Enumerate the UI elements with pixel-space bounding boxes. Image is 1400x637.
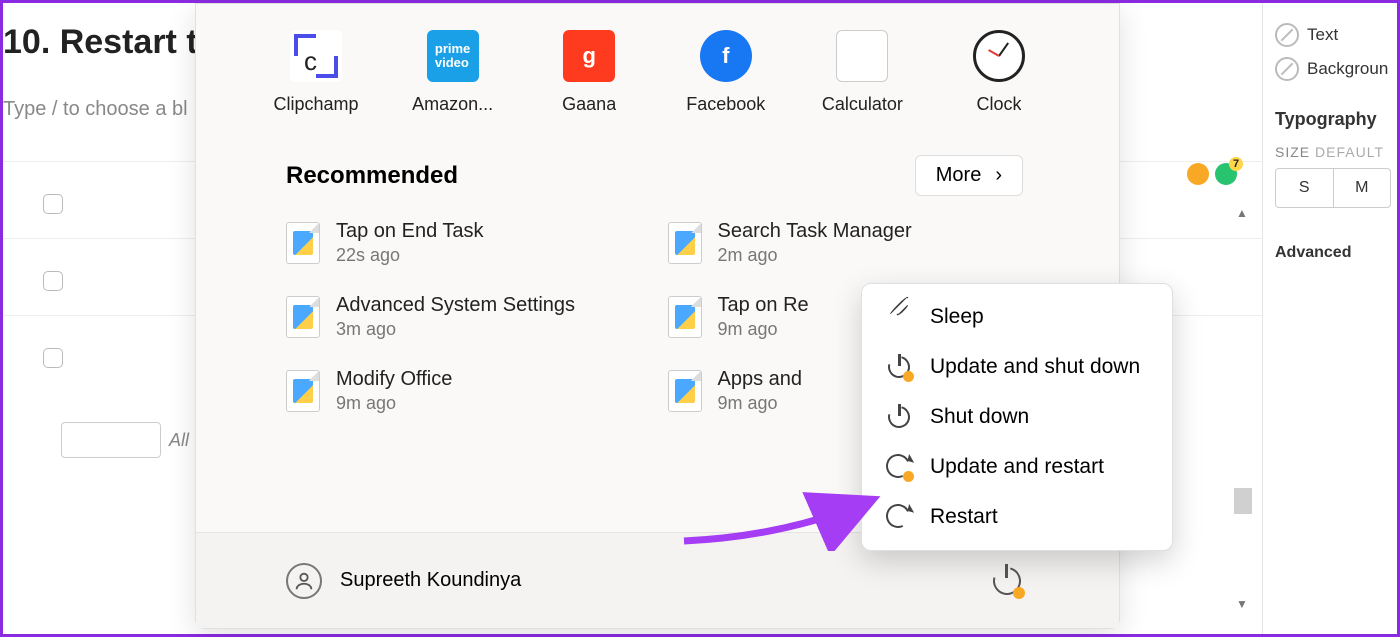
rec-sub: 3m ago xyxy=(336,319,575,340)
more-button[interactable]: More › xyxy=(915,155,1023,196)
rec-title: Tap on Re xyxy=(718,294,809,317)
more-label: More xyxy=(936,164,982,187)
clock-icon xyxy=(973,30,1025,82)
rec-sub: 2m ago xyxy=(718,245,912,266)
tray-badges xyxy=(1187,163,1237,185)
pinned-label: Calculator xyxy=(822,94,903,115)
pinned-calculator[interactable]: Calculator xyxy=(802,30,922,115)
right-settings-panel: Text Backgroun Typography SIZE DEFAULT S… xyxy=(1262,3,1397,634)
size-label: SIZE DEFAULT xyxy=(1275,144,1391,160)
disabled-icon xyxy=(1275,57,1299,81)
power-update-restart[interactable]: Update and restart xyxy=(862,442,1172,492)
pinned-label: Clock xyxy=(976,94,1021,115)
user-name-label: Supreeth Koundinya xyxy=(340,569,521,592)
size-button-group: S M xyxy=(1275,168,1391,208)
rec-sub: 22s ago xyxy=(336,245,484,266)
text-color-option[interactable]: Text xyxy=(1275,23,1391,47)
image-file-icon xyxy=(286,222,320,264)
rec-sub: 9m ago xyxy=(718,393,803,414)
rec-item[interactable]: Modify Office9m ago xyxy=(286,368,648,414)
all-label: All xyxy=(169,430,189,451)
scroll-down-button[interactable]: ▼ xyxy=(1232,594,1252,614)
pinned-gaana[interactable]: g Gaana xyxy=(529,30,649,115)
size-m-button[interactable]: M xyxy=(1333,169,1391,207)
typography-heading: Typography xyxy=(1275,109,1391,130)
disabled-icon xyxy=(1275,23,1299,47)
gaana-icon: g xyxy=(563,30,615,82)
badge-orange-icon xyxy=(1187,163,1209,185)
rec-title: Modify Office xyxy=(336,368,452,391)
power-menu-popup: Sleep Update and shut down Shut down Upd… xyxy=(861,283,1173,551)
checkbox-2[interactable] xyxy=(43,271,63,291)
pinned-clipchamp[interactable]: c Clipchamp xyxy=(256,30,376,115)
rec-sub: 9m ago xyxy=(336,393,452,414)
image-file-icon xyxy=(286,370,320,412)
pinned-label: Amazon... xyxy=(412,94,493,115)
advanced-heading: Advanced xyxy=(1275,244,1391,262)
image-file-icon xyxy=(668,370,702,412)
checkbox-1[interactable] xyxy=(43,194,63,214)
power-shutdown[interactable]: Shut down xyxy=(862,392,1172,442)
sleep-icon xyxy=(886,304,912,330)
update-available-dot-icon xyxy=(1013,587,1025,599)
power-icon xyxy=(886,354,912,380)
pinned-clock[interactable]: Clock xyxy=(939,30,1059,115)
power-restart[interactable]: Restart xyxy=(862,492,1172,542)
avatar-icon xyxy=(286,563,322,599)
calculator-icon xyxy=(836,30,888,82)
bg-color-label: Backgroun xyxy=(1307,59,1388,79)
recommended-title: Recommended xyxy=(286,162,458,190)
pm-label: Shut down xyxy=(930,405,1029,429)
bg-color-option[interactable]: Backgroun xyxy=(1275,57,1391,81)
image-file-icon xyxy=(286,296,320,338)
power-update-shutdown[interactable]: Update and shut down xyxy=(862,342,1172,392)
pinned-facebook[interactable]: f Facebook xyxy=(666,30,786,115)
chevron-right-icon: › xyxy=(995,164,1002,187)
restart-icon xyxy=(886,504,912,530)
power-icon xyxy=(886,404,912,430)
power-button[interactable] xyxy=(991,565,1023,597)
rec-title: Advanced System Settings xyxy=(336,294,575,317)
checkbox-3[interactable] xyxy=(43,348,63,368)
text-color-label: Text xyxy=(1307,25,1338,45)
rec-sub: 9m ago xyxy=(718,319,809,340)
rec-item[interactable]: Advanced System Settings3m ago xyxy=(286,294,648,340)
annotation-arrow-icon xyxy=(679,481,889,551)
rec-item[interactable]: Search Task Manager2m ago xyxy=(668,220,1030,266)
size-s-button[interactable]: S xyxy=(1276,169,1333,207)
scroll-up-button[interactable]: ▲ xyxy=(1232,203,1252,223)
rec-title: Apps and xyxy=(718,368,803,391)
clipchamp-icon: c xyxy=(290,30,342,82)
rec-title: Tap on End Task xyxy=(336,220,484,243)
image-file-icon xyxy=(668,222,702,264)
user-account-button[interactable]: Supreeth Koundinya xyxy=(286,563,521,599)
pm-label: Sleep xyxy=(930,305,984,329)
restart-icon xyxy=(886,454,912,480)
pinned-label: Clipchamp xyxy=(273,94,358,115)
rec-item[interactable]: Tap on End Task22s ago xyxy=(286,220,648,266)
rec-title: Search Task Manager xyxy=(718,220,912,243)
pm-label: Update and shut down xyxy=(930,355,1140,379)
pm-label: Restart xyxy=(930,505,998,529)
pinned-label: Facebook xyxy=(686,94,765,115)
image-file-icon xyxy=(668,296,702,338)
pm-label: Update and restart xyxy=(930,455,1104,479)
scroll-thumb[interactable] xyxy=(1234,488,1252,514)
power-sleep[interactable]: Sleep xyxy=(862,292,1172,342)
badge-green-icon xyxy=(1215,163,1237,185)
filter-input[interactable] xyxy=(61,422,161,458)
pinned-label: Gaana xyxy=(562,94,616,115)
pinned-amazon[interactable]: primevideo Amazon... xyxy=(393,30,513,115)
facebook-icon: f xyxy=(700,30,752,82)
amazon-icon: primevideo xyxy=(427,30,479,82)
pinned-apps-row: c Clipchamp primevideo Amazon... g Gaana… xyxy=(196,4,1119,115)
